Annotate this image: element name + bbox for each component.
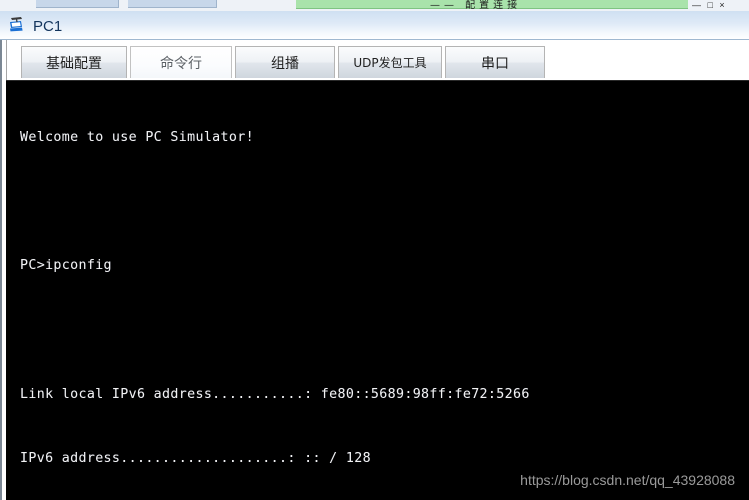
terminal-output: Welcome to use PC Simulator! PC>ipconfig… (20, 84, 749, 500)
tab-label: 基础配置 (46, 55, 102, 72)
window-title: PC1 (33, 17, 63, 35)
background-window-strip: —— 配置连接 — □ × (0, 0, 749, 11)
screenshot-root: —— 配置连接 — □ × PC1 基础配置 命令行 组播 UDP发包工具 串口… (0, 0, 749, 500)
tab-label: UDP发包工具 (353, 56, 427, 70)
tab-strip: 基础配置 命令行 组播 UDP发包工具 串口 (6, 40, 749, 80)
background-tab-a[interactable] (36, 0, 119, 8)
tab-label: 命令行 (160, 55, 202, 72)
terminal-line: Link local IPv6 address...........: fe80… (20, 386, 530, 402)
background-window-controls[interactable]: — □ × (692, 0, 727, 10)
tab-udp-sender[interactable]: UDP发包工具 (338, 46, 442, 78)
window-titlebar[interactable]: PC1 (0, 11, 749, 40)
tab-label: 串口 (481, 55, 509, 72)
terminal-line: PC>ipconfig (20, 258, 112, 274)
tab-basic-config[interactable]: 基础配置 (21, 46, 127, 78)
terminal-console[interactable]: Welcome to use PC Simulator! PC>ipconfig… (6, 80, 749, 500)
tab-label: 组播 (271, 55, 299, 72)
terminal-line: Welcome to use PC Simulator! (20, 129, 254, 145)
watermark-url: https://blog.csdn.net/qq_43928088 (520, 472, 735, 488)
pc-computer-icon (8, 15, 28, 35)
terminal-line: IPv6 address....................: :: / 1… (20, 450, 371, 466)
window-client-area: 基础配置 命令行 组播 UDP发包工具 串口 Welcome to use PC… (0, 40, 749, 500)
tab-multicast[interactable]: 组播 (235, 46, 335, 78)
tab-serial-port[interactable]: 串口 (445, 46, 545, 78)
tab-command-line[interactable]: 命令行 (130, 46, 232, 78)
background-tab-b[interactable] (128, 0, 217, 8)
pc1-window: PC1 基础配置 命令行 组播 UDP发包工具 串口 Welcome to us… (0, 11, 749, 500)
background-window-title-text: —— 配置连接 (430, 0, 522, 11)
